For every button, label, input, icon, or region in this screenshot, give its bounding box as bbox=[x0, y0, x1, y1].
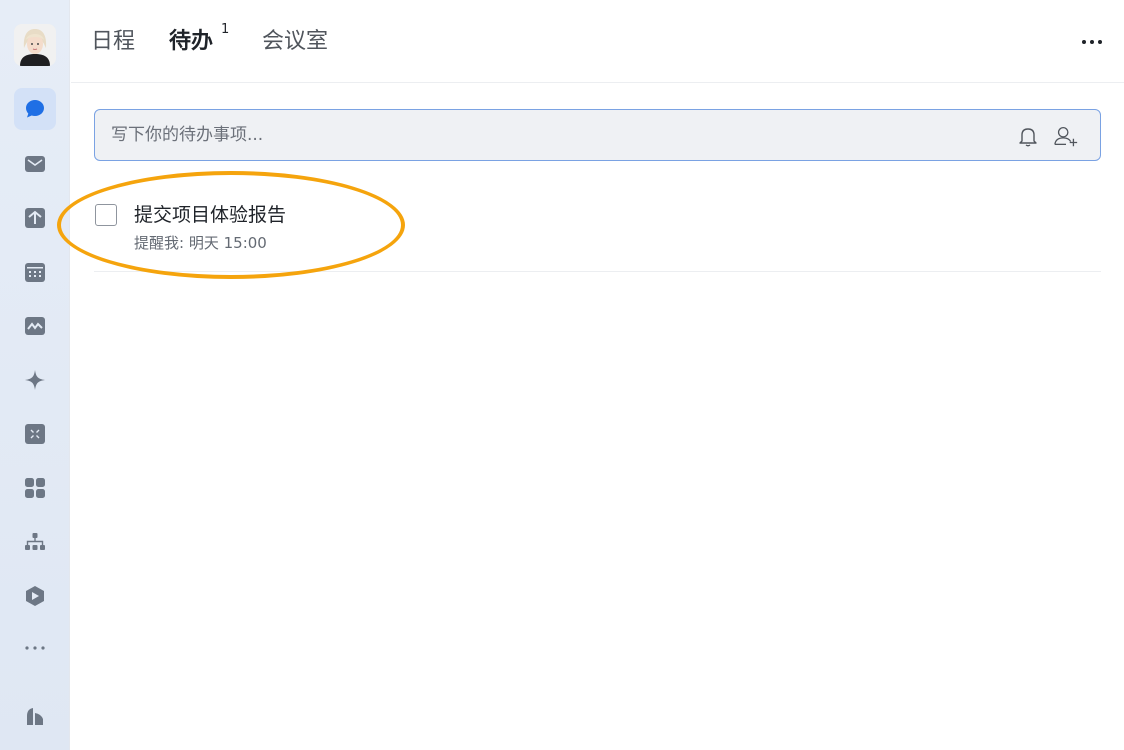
todo-reminder: 提醒我: 明天 15:00 bbox=[134, 232, 267, 253]
bell-icon[interactable] bbox=[1015, 123, 1041, 149]
ai-star-icon bbox=[24, 369, 46, 391]
sidebar-item-org[interactable] bbox=[14, 521, 56, 563]
sidebar-item-stats[interactable] bbox=[14, 695, 56, 737]
sidebar-item-apps[interactable] bbox=[14, 467, 56, 509]
apps-icon bbox=[24, 477, 46, 499]
reminder-label: 提醒我: bbox=[134, 234, 185, 252]
more-options-button[interactable] bbox=[1078, 30, 1106, 54]
todo-list-item[interactable]: 提交项目体验报告 提醒我: 明天 15:00 bbox=[94, 188, 1101, 272]
todo-input[interactable] bbox=[111, 110, 991, 160]
todo-title: 提交项目体验报告 bbox=[134, 204, 287, 226]
sidebar-item-chat[interactable] bbox=[14, 88, 56, 130]
sidebar bbox=[0, 0, 70, 750]
docs-icon bbox=[24, 207, 46, 229]
more-dot bbox=[1098, 40, 1102, 44]
sidebar-item-docs[interactable] bbox=[14, 197, 56, 239]
org-icon bbox=[23, 531, 47, 553]
todo-checkbox[interactable] bbox=[95, 204, 117, 226]
top-bar: 日程 待办 1 会议室 bbox=[71, 0, 1124, 83]
sidebar-item-workplace[interactable] bbox=[14, 413, 56, 455]
workplace-icon bbox=[24, 423, 46, 445]
meeting-icon bbox=[24, 315, 46, 337]
chat-icon bbox=[23, 97, 47, 121]
todo-count-badge: 1 bbox=[221, 22, 230, 37]
more-icon bbox=[24, 645, 46, 651]
assign-user-icon[interactable] bbox=[1053, 123, 1079, 149]
sidebar-item-more[interactable] bbox=[14, 627, 56, 669]
more-dot bbox=[1090, 40, 1094, 44]
user-avatar[interactable] bbox=[14, 24, 56, 66]
reminder-time: 明天 15:00 bbox=[188, 234, 267, 252]
tab-todo[interactable]: 待办 bbox=[169, 28, 213, 56]
calendar-icon bbox=[24, 261, 46, 283]
todo-input-box bbox=[94, 109, 1101, 161]
sidebar-item-calendar[interactable] bbox=[14, 251, 56, 293]
stats-icon bbox=[24, 705, 46, 727]
sidebar-item-base[interactable] bbox=[14, 575, 56, 617]
base-icon bbox=[24, 585, 46, 607]
more-dot bbox=[1082, 40, 1086, 44]
mail-icon bbox=[24, 153, 46, 175]
tab-schedule[interactable]: 日程 bbox=[91, 28, 135, 56]
sidebar-item-meeting[interactable] bbox=[14, 305, 56, 347]
tab-meeting-room[interactable]: 会议室 bbox=[262, 28, 328, 56]
sidebar-item-mail[interactable] bbox=[14, 143, 56, 185]
sidebar-item-ai[interactable] bbox=[14, 359, 56, 401]
